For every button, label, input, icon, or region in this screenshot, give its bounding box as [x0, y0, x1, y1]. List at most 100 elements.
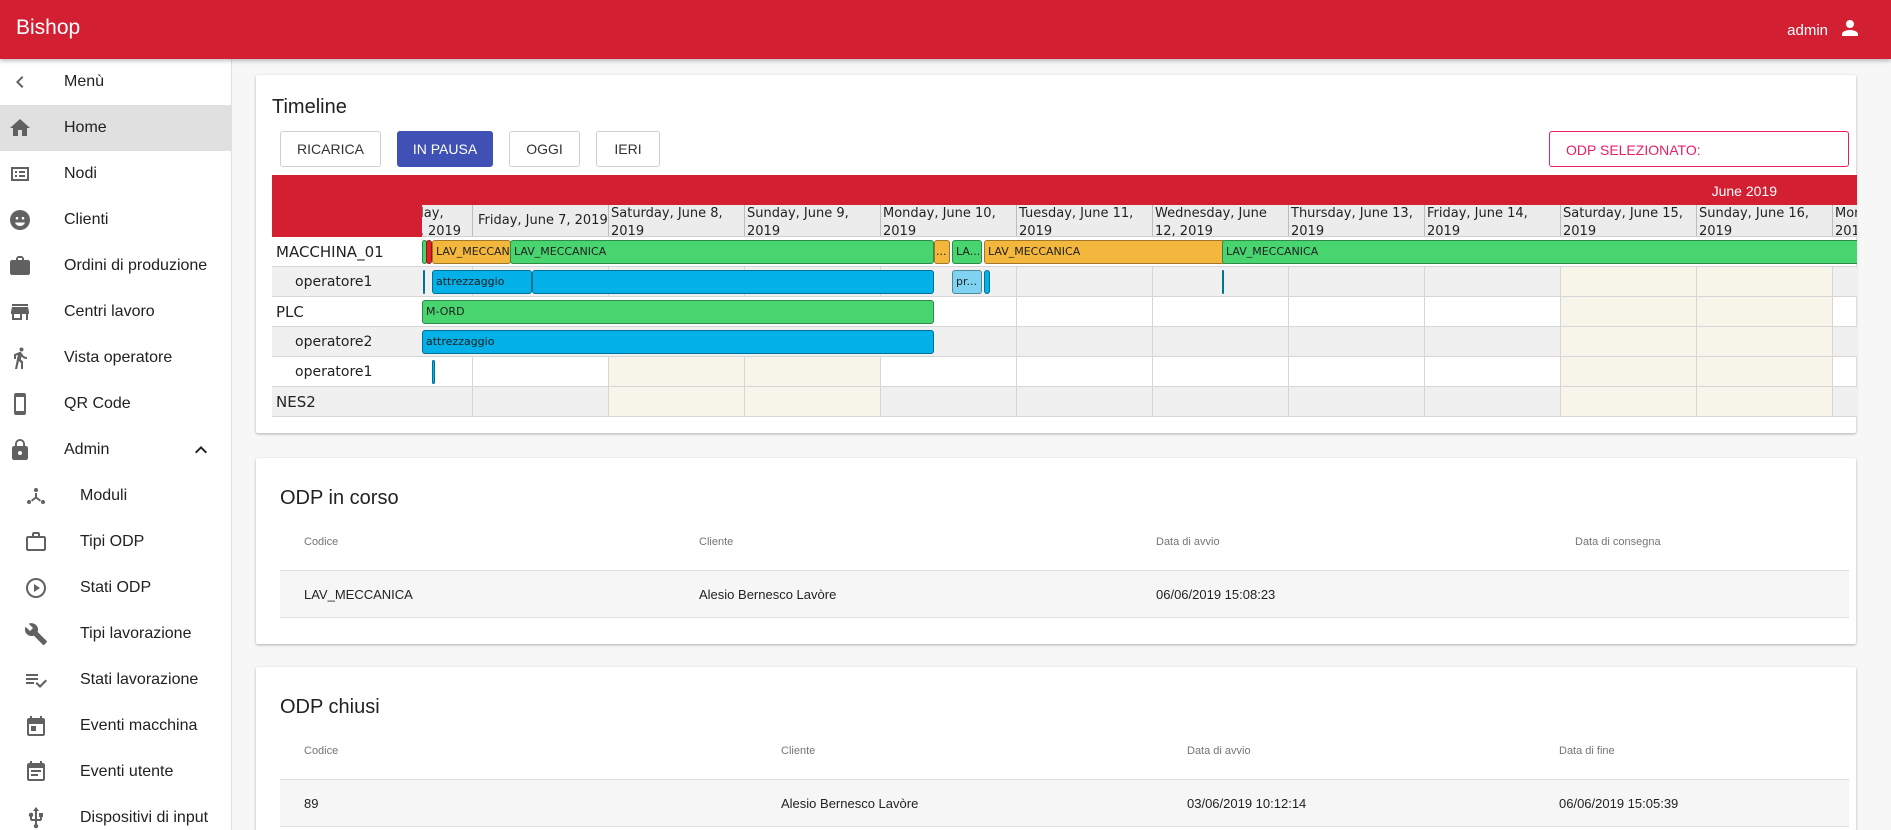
today-button[interactable]: OGGI — [509, 131, 580, 167]
timeline-row[interactable]: LAV_MECCANI... LAV_MECCANICA ... LA... L… — [422, 237, 1857, 267]
grid-line — [1288, 297, 1289, 326]
odp-chiusi-title: ODP chiusi — [280, 696, 380, 718]
sidebar-item-label: QR Code — [64, 395, 131, 412]
sidebar-item-eventi-utente[interactable]: Eventi utente — [0, 749, 231, 795]
day-header: Friday, June 14, 2019 — [1424, 205, 1560, 236]
sidebar-menu-toggle[interactable]: Menù — [0, 59, 231, 105]
sidebar-item-vista-operatore[interactable]: Vista operatore — [0, 335, 231, 381]
sidebar-item-nodi[interactable]: Nodi — [0, 151, 231, 197]
timeline-row[interactable]: attrezzaggio — [422, 327, 1857, 357]
grid-line — [1832, 387, 1833, 416]
timeline-row[interactable] — [422, 357, 1857, 387]
table-cell: Alesio Bernesco Lavòre — [781, 796, 919, 811]
user-menu[interactable]: admin — [1787, 16, 1862, 44]
event-note-icon — [24, 760, 48, 784]
yesterday-button[interactable]: IERI — [596, 131, 660, 167]
chevron-up-icon — [189, 438, 213, 462]
sidebar-item-tipi-lavorazione[interactable]: Tipi lavorazione — [0, 611, 231, 657]
sidebar-item-ordini[interactable]: Ordini di produzione — [0, 243, 231, 289]
timeline-bar[interactable] — [432, 360, 435, 384]
timeline-bar[interactable]: M-ORD — [422, 300, 934, 324]
sidebar-item-clienti[interactable]: Clienti — [0, 197, 231, 243]
timeline-bar[interactable]: LA... — [952, 240, 982, 264]
sidebar-item-label: Eventi utente — [80, 763, 174, 780]
table-row[interactable] — [280, 570, 1849, 618]
column-header[interactable]: Cliente — [781, 745, 815, 757]
weekend-shade — [1561, 267, 1696, 296]
sidebar-item-label: Stati lavorazione — [80, 671, 199, 688]
sidebar-item-home[interactable]: Home — [0, 105, 231, 151]
timeline-row[interactable]: attrezzaggio pr... — [422, 267, 1857, 297]
wrench-icon — [24, 622, 48, 646]
column-header[interactable]: Codice — [304, 745, 338, 757]
timeline-bar[interactable] — [423, 270, 425, 294]
selected-odp-field[interactable]: ODP SELEZIONATO: — [1549, 131, 1849, 167]
grid-line — [1016, 387, 1017, 416]
timeline-bar[interactable]: LAV_MECCANICA — [510, 240, 934, 264]
column-header[interactable]: Data di avvio — [1156, 536, 1220, 548]
timeline-row[interactable] — [422, 387, 1857, 417]
timeline-row-label: operatore2 — [272, 327, 422, 357]
sidebar-item-label: Eventi macchina — [80, 717, 198, 734]
timeline-bar[interactable]: LAV_MECCANICA — [1222, 240, 1857, 264]
timeline-bar[interactable]: pr... — [952, 270, 982, 294]
sidebar-item-stati-odp[interactable]: Stati ODP — [0, 565, 231, 611]
column-header[interactable]: Cliente — [699, 536, 733, 548]
sidebar-item-stati-lavorazione[interactable]: Stati lavorazione — [0, 657, 231, 703]
grid-line — [1288, 327, 1289, 356]
sidebar-item-dispositivi[interactable]: Dispositivi di input — [0, 795, 231, 830]
grid-line — [1016, 327, 1017, 356]
weekend-shade — [745, 357, 880, 386]
day-header: Sunday, June 9, 2019 — [744, 205, 880, 236]
timeline-row[interactable]: M-ORD — [422, 297, 1857, 327]
sidebar-item-label: Tipi ODP — [80, 533, 145, 550]
timeline-bar[interactable]: attrezzaggio — [422, 330, 934, 354]
grid-line — [1832, 267, 1833, 296]
timeline-bar[interactable]: ... — [934, 240, 950, 264]
timeline-bar[interactable]: LAV_MECCANICA — [984, 240, 1226, 264]
column-header[interactable]: Data di fine — [1559, 745, 1615, 757]
table-cell: 89 — [304, 796, 319, 811]
usb-icon — [24, 806, 48, 830]
sidebar-item-qr-code[interactable]: QR Code — [0, 381, 231, 427]
timeline-title: Timeline — [272, 96, 347, 118]
sidebar-item-moduli[interactable]: Moduli — [0, 473, 231, 519]
grid-line — [1016, 297, 1017, 326]
weekend-shade — [745, 387, 880, 416]
timeline-bar[interactable] — [1222, 270, 1224, 294]
timeline-month-header: June 2019 — [422, 175, 1857, 205]
day-header: Thursday, June 6, 2019 — [422, 205, 472, 236]
timeline-bar[interactable] — [532, 270, 934, 294]
lock-icon — [8, 438, 32, 462]
grid-line — [880, 357, 881, 386]
weekend-shade — [1697, 357, 1832, 386]
sidebar-item-admin[interactable]: Admin — [0, 427, 231, 473]
pause-button[interactable]: IN PAUSA — [397, 131, 493, 167]
app-title[interactable]: Bishop — [16, 16, 80, 40]
day-header: Tuesday, June 11, 2019 — [1016, 205, 1152, 236]
grid-line — [1832, 297, 1833, 326]
sidebar-item-label: Clienti — [64, 211, 109, 228]
timeline-bar[interactable] — [984, 270, 990, 294]
walk-icon — [8, 346, 32, 370]
sidebar-item-label: Nodi — [64, 165, 97, 182]
timeline-day-header[interactable]: Thursday, June 6, 2019 Friday, June 7, 2… — [422, 205, 1857, 237]
column-header[interactable]: Data di consegna — [1575, 536, 1661, 548]
day-header: Wednesday, June 12, 2019 — [1152, 205, 1288, 236]
face-icon — [8, 208, 32, 232]
column-header[interactable]: Data di avvio — [1187, 745, 1251, 757]
grid-line — [744, 357, 745, 386]
reload-button[interactable]: RICARICA — [280, 131, 381, 167]
grid-line — [1424, 327, 1425, 356]
sidebar-item-eventi-macchina[interactable]: Eventi macchina — [0, 703, 231, 749]
timeline-bar[interactable]: LAV_MECCANI... — [432, 240, 511, 264]
sidebar-item-centri-lavoro[interactable]: Centri lavoro — [0, 289, 231, 335]
slow-motion-icon — [24, 576, 48, 600]
sidebar-item-tipi-odp[interactable]: Tipi ODP — [0, 519, 231, 565]
briefcase-icon — [24, 530, 48, 554]
timeline-bar[interactable]: attrezzaggio — [432, 270, 532, 294]
grid-line — [1288, 267, 1289, 296]
column-header[interactable]: Codice — [304, 536, 338, 548]
weekend-shade — [1697, 267, 1832, 296]
timeline-row-label: operatore1 — [272, 267, 422, 297]
